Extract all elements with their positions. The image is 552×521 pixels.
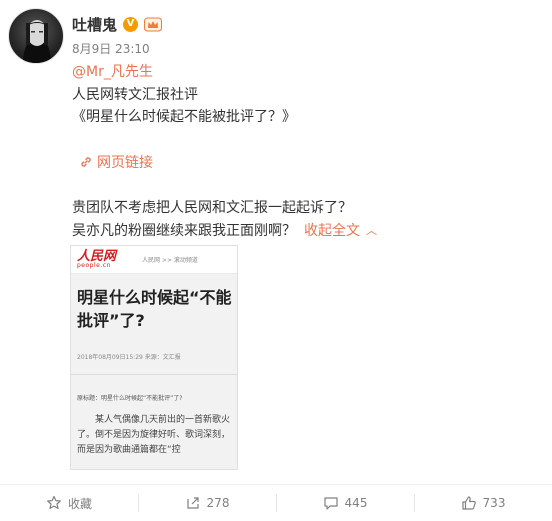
post-line-2: 《明星什么时候起不能被批评了？》 xyxy=(72,109,296,125)
username[interactable]: 吐槽鬼 xyxy=(72,14,117,35)
web-link[interactable]: 网页链接 xyxy=(80,152,153,172)
article-divider xyxy=(71,374,237,375)
like-icon xyxy=(461,496,476,510)
article-summary: 原标题：明星什么时候起“不能批评”了? xyxy=(77,395,183,402)
comment-button[interactable]: 445 xyxy=(276,485,414,521)
action-bar: 收藏 278 445 733 xyxy=(0,485,552,521)
post-line-4: 吴亦凡的粉圈继续来跟我正面刚啊？ xyxy=(72,223,296,239)
comment-count: 445 xyxy=(344,496,368,510)
like-button[interactable]: 733 xyxy=(414,485,552,521)
crown-icon xyxy=(144,17,163,31)
link-icon xyxy=(81,157,91,167)
favorite-button[interactable]: 收藏 xyxy=(0,485,138,521)
repost-count: 278 xyxy=(206,496,230,510)
mention-link[interactable]: @Mr_凡先生 xyxy=(72,64,153,80)
comment-icon xyxy=(323,497,338,510)
chevron-up-icon[interactable]: ︿ xyxy=(366,221,377,241)
article-paragraph: 某人气偶像几天前出的一首新歌火了。倒不是因为旋律好听、歌词深刻，而是因为歌曲通篇… xyxy=(77,415,231,455)
article-title: 明星什么时候起“不能批评”了? xyxy=(77,288,232,330)
post-line-3: 贵团队不考虑把人民网和文汇报一起起诉了？ xyxy=(72,200,352,216)
like-count: 733 xyxy=(482,496,506,510)
verified-badge-icon: V xyxy=(123,16,139,32)
favorite-label: 收藏 xyxy=(67,496,92,511)
post-line-1: 人民网转文汇报社评 xyxy=(72,87,198,103)
repost-button[interactable]: 278 xyxy=(138,485,276,521)
article-date: 2018年08月09日15:29 来源：文汇报 xyxy=(77,354,181,361)
people-logo: 人民网 people.cn xyxy=(77,249,117,269)
article-image[interactable]: 人民网 people.cn 人民网 >> 滚动频道 明星什么时候起“不能批评”了… xyxy=(70,245,238,470)
star-icon xyxy=(47,495,61,509)
post-timestamp[interactable]: 8月9日 23:10 xyxy=(72,40,150,57)
collapse-button[interactable]: 收起全文 xyxy=(304,223,360,239)
article-breadcrumb: 人民网 >> 滚动频道 xyxy=(142,257,198,264)
web-link-label[interactable]: 网页链接 xyxy=(97,152,153,172)
repost-icon xyxy=(186,497,199,509)
avatar[interactable] xyxy=(8,8,64,64)
